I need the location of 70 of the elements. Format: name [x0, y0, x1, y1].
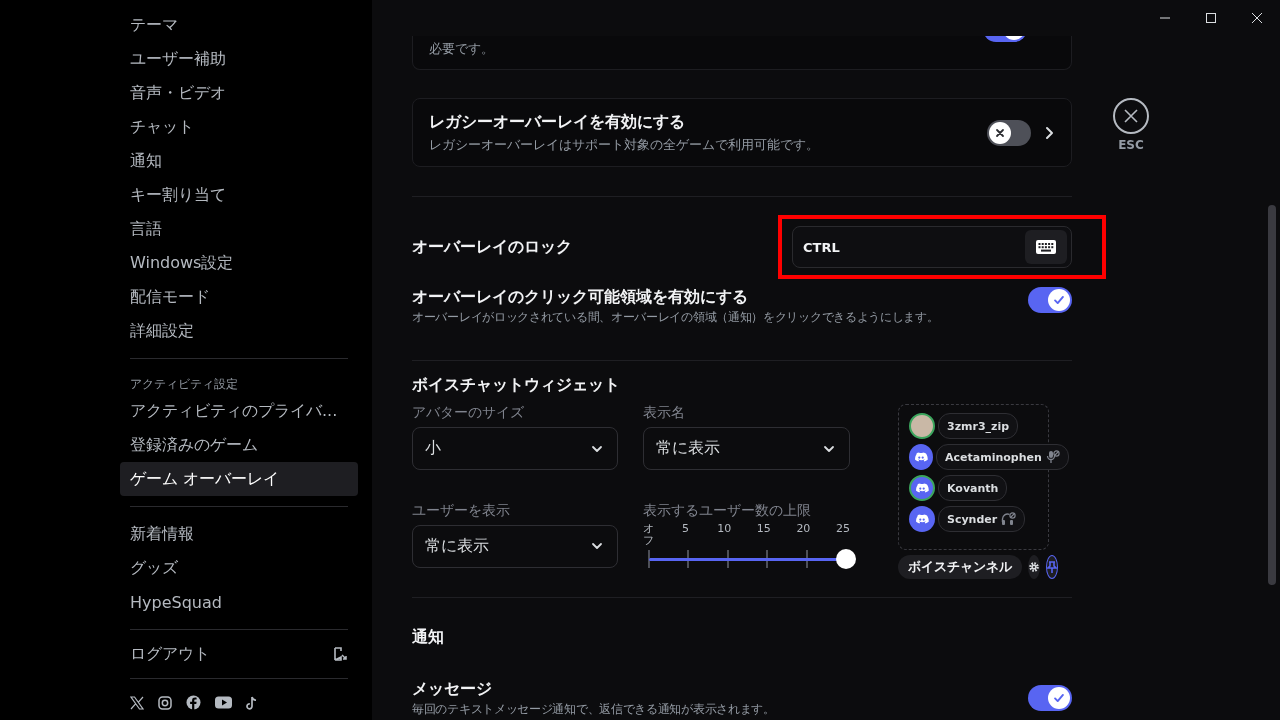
dropdown[interactable]: 小 — [412, 427, 618, 470]
sidebar-item[interactable]: 音声・ビデオ — [120, 76, 358, 110]
slider-thumb[interactable] — [836, 548, 856, 569]
sidebar-item[interactable]: HypeSquad — [120, 585, 358, 619]
sidebar-item[interactable]: ゲーム オーバーレイ — [120, 462, 358, 496]
check-icon — [1052, 691, 1066, 705]
field-label: アバターのサイズ — [412, 404, 525, 422]
settings-button[interactable] — [1028, 555, 1040, 579]
play-button-icon[interactable] — [215, 696, 232, 709]
user-name-pill: Scynder — [938, 506, 1026, 532]
setting-title: レガシーオーバーレイを有効にする — [429, 111, 686, 133]
toggle-switch[interactable] — [1028, 287, 1072, 313]
setting-description: レガシーオーバーレイはサポート対象の全ゲームで利用可能です。 — [429, 135, 820, 154]
slider-tick-label: 10 — [717, 522, 732, 537]
sidebar-item[interactable]: 通知 — [120, 144, 358, 178]
music-note-icon[interactable] — [246, 695, 258, 710]
section-heading: 通知 — [412, 627, 444, 646]
sidebar-item[interactable]: ユーザー補助 — [120, 42, 358, 76]
slider-tick-label: 15 — [756, 522, 771, 537]
esc-label: ESC — [1118, 138, 1144, 152]
check-icon — [1052, 293, 1066, 307]
setting-title: オーバーレイのクリック可能領域を有効にする — [412, 287, 749, 308]
setting-description: 必要です。 — [429, 40, 495, 58]
pin-button[interactable] — [1046, 555, 1058, 579]
section-heading: ボイスチャットウィジェット — [412, 375, 620, 394]
camera-icon[interactable] — [158, 695, 172, 710]
slider-tick-label: 5 — [681, 522, 691, 537]
sidebar-item[interactable]: 登録済みのゲーム — [120, 428, 358, 462]
setting-description: オーバーレイがロックされている間、オーバーレイの領域（通知）をクリックできるようにします。 — [412, 309, 940, 326]
slider-tick-label: オフ — [643, 522, 654, 547]
field-label: 表示名 — [643, 404, 686, 422]
user-name-pill: Acetaminophen — [936, 444, 1069, 470]
sidebar-item[interactable]: アクティビティのプライバ... — [120, 394, 358, 428]
sidebar-item[interactable]: チャット — [120, 110, 358, 144]
user-name-pill: Kovanth — [938, 475, 1008, 501]
maximize-icon — [1206, 13, 1216, 23]
scrollbar[interactable] — [1268, 205, 1276, 585]
close-icon — [1252, 13, 1262, 23]
close-button[interactable] — [1113, 98, 1149, 134]
dropdown[interactable]: 常に表示 — [412, 524, 618, 568]
sidebar-section-header: アクティビティ設定 — [129, 376, 239, 393]
sidebar-item[interactable]: キー割り当て — [120, 178, 358, 212]
voice-channel-button[interactable]: ボイスチャンネル — [898, 555, 1022, 579]
slider-tick-label: 20 — [796, 522, 811, 537]
sidebar-item[interactable]: Windows設定 — [120, 246, 358, 280]
x-icon — [994, 126, 1006, 139]
close-icon — [1124, 109, 1138, 123]
sidebar-item[interactable]: 詳細設定 — [120, 314, 358, 348]
logout-icon — [332, 646, 348, 662]
user-name-pill: 3zmr3_zip — [938, 413, 1019, 439]
toggle-switch[interactable] — [987, 119, 1031, 146]
sidebar-item[interactable]: 言語 — [120, 212, 358, 246]
keybind-field[interactable]: CTRL — [792, 226, 1072, 268]
f-logo-icon[interactable] — [186, 695, 201, 710]
setting-title: オーバーレイのロック — [412, 236, 572, 258]
field-label: ユーザーを表示 — [412, 501, 511, 520]
toggle-switch[interactable] — [1028, 685, 1072, 711]
logout-item[interactable]: ログアウト — [130, 643, 210, 665]
setting-title: メッセージ — [412, 678, 493, 700]
sidebar-item[interactable]: 配信モード — [120, 280, 358, 314]
x-logo-icon[interactable] — [130, 695, 144, 710]
dropdown[interactable]: 常に表示 — [643, 427, 850, 470]
sidebar-item[interactable]: テーマ — [120, 8, 358, 42]
field-label: 表示するユーザー数の上限 — [643, 501, 812, 520]
chevron-right-icon[interactable] — [1045, 125, 1055, 140]
keyboard-icon[interactable] — [1025, 230, 1067, 264]
setting-description: 毎回のテキストメッセージ通知で、返信できる通知が表示されます。 — [412, 700, 776, 718]
slider-tick-label: 25 — [835, 522, 850, 537]
sidebar-item[interactable]: グッズ — [120, 551, 358, 585]
sidebar-item[interactable]: 新着情報 — [120, 517, 358, 551]
